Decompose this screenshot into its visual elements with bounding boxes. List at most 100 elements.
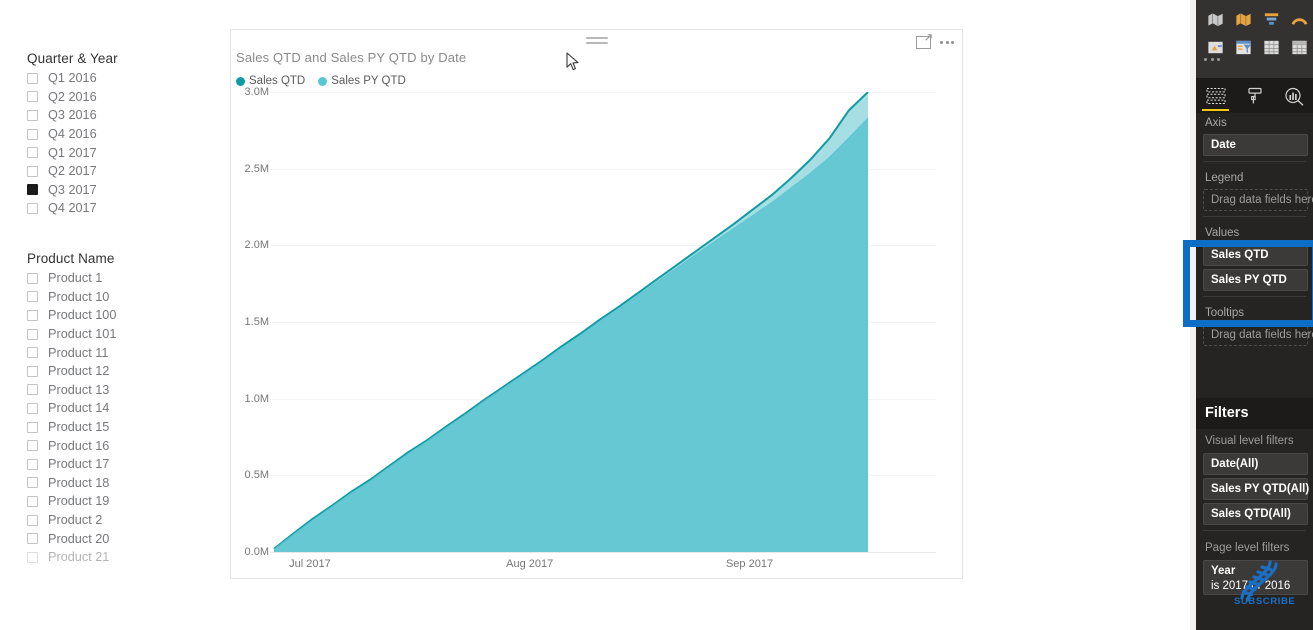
- slicer-item[interactable]: Product 1: [27, 269, 116, 288]
- x-axis-tick-label: Sep 2017: [725, 558, 774, 570]
- slicer-item[interactable]: Q2 2017: [27, 162, 97, 181]
- filled-map-icon[interactable]: [1230, 0, 1257, 5]
- field-pill[interactable]: Date: [1203, 134, 1308, 156]
- slicer-item[interactable]: Product 100: [27, 306, 116, 325]
- slicer-list-product-name[interactable]: Product 1 Product 10 Product 100 Product 10…: [27, 269, 116, 567]
- checkbox-icon[interactable]: [27, 551, 38, 563]
- checkbox-icon[interactable]: [27, 202, 38, 214]
- visualizations-gallery[interactable]: [1196, 0, 1313, 78]
- checkbox-icon[interactable]: [27, 91, 38, 103]
- slicer-item[interactable]: Product 21: [27, 548, 116, 567]
- checkbox-icon[interactable]: [27, 128, 38, 140]
- legend-item[interactable]: Sales PY QTD: [318, 75, 406, 87]
- checkbox-icon[interactable]: [27, 147, 38, 159]
- checkbox-icon[interactable]: [27, 458, 38, 470]
- gauge-partial-icon[interactable]: [1286, 0, 1313, 5]
- field-drop-placeholder[interactable]: Drag data fields here: [1203, 324, 1313, 346]
- visualization-icon-grid[interactable]: [1202, 0, 1313, 61]
- slicer-item[interactable]: Product 2: [27, 511, 116, 530]
- checkbox-icon[interactable]: [27, 402, 38, 414]
- slicer-item[interactable]: Product 15: [27, 418, 116, 437]
- slicer-item[interactable]: Q4 2017: [27, 199, 97, 218]
- slicer-item[interactable]: Q3 2016: [27, 106, 97, 125]
- checkbox-icon[interactable]: [27, 421, 38, 433]
- slicer-icon[interactable]: [1230, 34, 1257, 61]
- checkbox-icon[interactable]: [27, 109, 38, 121]
- slicer-item-label: Product 11: [48, 345, 109, 360]
- slicer-item[interactable]: Product 14: [27, 399, 116, 418]
- format-tab[interactable]: [1235, 78, 1274, 113]
- slicer-item[interactable]: Product 20: [27, 529, 116, 548]
- checkbox-icon[interactable]: [27, 72, 38, 84]
- checkbox-icon[interactable]: [27, 165, 38, 177]
- page-level-filter-item[interactable]: Year is 2017 or 2016: [1203, 560, 1308, 595]
- checkbox-icon[interactable]: [27, 291, 38, 303]
- checkbox-icon[interactable]: [27, 347, 38, 359]
- area-chart-visual[interactable]: Sales QTD and Sales PY QTD by Date Sales…: [230, 29, 963, 579]
- visual-level-filter-item[interactable]: Sales PY QTD(All): [1203, 478, 1309, 500]
- checkbox-icon[interactable]: [27, 309, 38, 321]
- slicer-item[interactable]: Product 16: [27, 436, 116, 455]
- checkbox-icon[interactable]: [27, 477, 38, 489]
- drag-handle-icon[interactable]: [585, 37, 608, 45]
- gauge-icon[interactable]: [1286, 6, 1313, 33]
- field-drop-placeholder[interactable]: Drag data fields here: [1203, 189, 1313, 211]
- field-pill[interactable]: Sales PY QTD: [1203, 269, 1308, 291]
- slicer-item[interactable]: Q1 2016: [27, 69, 97, 88]
- slicer-item[interactable]: Product 19: [27, 492, 116, 511]
- visual-level-filter-item[interactable]: Sales QTD(All): [1203, 503, 1308, 525]
- checkbox-checked-icon[interactable]: [27, 184, 38, 196]
- slicer-item[interactable]: Product 12: [27, 362, 116, 381]
- slicer-item[interactable]: Product 10: [27, 288, 116, 307]
- slicer-item[interactable]: Q4 2016: [27, 125, 97, 144]
- map-icon[interactable]: [1202, 0, 1229, 5]
- slicer-item[interactable]: Product 18: [27, 474, 116, 493]
- slicer-item[interactable]: Q3 2017: [27, 181, 97, 200]
- slicer-item-label: Product 2: [48, 513, 103, 528]
- checkbox-icon[interactable]: [27, 533, 38, 545]
- page-level-filters-label: Page level filters: [1205, 542, 1290, 554]
- filters-list[interactable]: Visual level filters Date(All) Sales PY QT…: [1196, 430, 1313, 598]
- slicer-list-quarter-year[interactable]: Q1 2016 Q2 2016 Q3 2016 Q4 2016 Q1 2017 Q2 20…: [27, 69, 97, 218]
- more-options-icon[interactable]: [940, 41, 954, 44]
- checkbox-icon[interactable]: [27, 440, 38, 452]
- area-series-svg: [273, 92, 869, 552]
- checkbox-icon[interactable]: [27, 365, 38, 377]
- slicer-item-label: Product 18: [48, 475, 110, 490]
- slicer-item-label: Q4 2017: [48, 201, 97, 216]
- shape-map-icon[interactable]: [1202, 6, 1229, 33]
- field-wells[interactable]: Axis Date Legend Drag data fields here Value…: [1196, 113, 1313, 349]
- card-icon[interactable]: [1202, 34, 1229, 61]
- checkbox-icon[interactable]: [27, 328, 38, 340]
- visual-level-filter-item[interactable]: Date(All): [1203, 453, 1308, 475]
- funnel-partial-icon[interactable]: [1258, 0, 1285, 5]
- globe-map-icon[interactable]: [1230, 6, 1257, 33]
- slicer-item-label: Q3 2016: [48, 108, 97, 123]
- focus-mode-icon[interactable]: [916, 34, 932, 49]
- checkbox-icon[interactable]: [27, 514, 38, 526]
- x-axis-tick-label: Aug 2017: [506, 558, 554, 570]
- field-pill[interactable]: Sales QTD: [1203, 244, 1308, 266]
- more-visuals-icon[interactable]: [1204, 58, 1220, 61]
- filters-pane-title: Filters: [1196, 398, 1313, 429]
- table-icon[interactable]: [1258, 34, 1285, 61]
- checkbox-icon[interactable]: [27, 495, 38, 507]
- slicer-item[interactable]: Q1 2017: [27, 143, 97, 162]
- slicer-item[interactable]: Product 101: [27, 325, 116, 344]
- slicer-item[interactable]: Product 11: [27, 343, 116, 362]
- slicer-item-label: Q2 2016: [48, 89, 97, 104]
- fields-tab[interactable]: [1196, 78, 1235, 113]
- gauge-partial-icon-glyph: [1290, 0, 1309, 1]
- analytics-tab[interactable]: [1274, 78, 1313, 113]
- pane-tabs[interactable]: [1196, 78, 1313, 113]
- slicer-item[interactable]: Q2 2016: [27, 88, 97, 107]
- checkbox-icon[interactable]: [27, 272, 38, 284]
- chart-title: Sales QTD and Sales PY QTD by Date: [236, 50, 467, 65]
- slicer-title-quarter-year: Quarter & Year: [27, 51, 118, 66]
- funnel-icon[interactable]: [1258, 6, 1285, 33]
- funnel-icon-glyph: [1264, 13, 1279, 25]
- matrix-icon[interactable]: [1286, 34, 1313, 61]
- slicer-item[interactable]: Product 13: [27, 381, 116, 400]
- checkbox-icon[interactable]: [27, 384, 38, 396]
- slicer-item[interactable]: Product 17: [27, 455, 116, 474]
